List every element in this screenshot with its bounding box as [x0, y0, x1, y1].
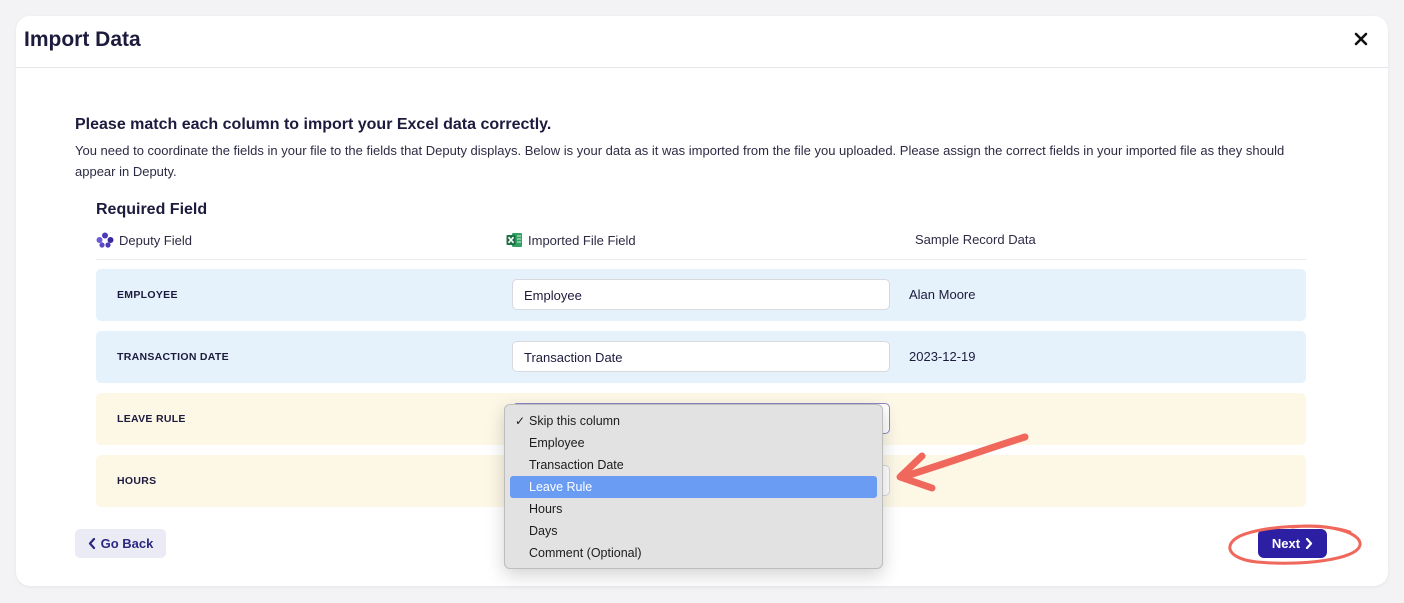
dropdown-option-leave-rule[interactable]: Leave Rule	[510, 476, 877, 498]
option-label: Comment (Optional)	[529, 546, 642, 560]
imported-field-select[interactable]: Transaction Date	[512, 341, 890, 372]
chevron-right-icon	[1305, 538, 1313, 549]
deputy-field-name: EMPLOYEE	[117, 289, 178, 301]
deputy-field-name: TRANSACTION DATE	[117, 351, 229, 363]
next-button[interactable]: Next	[1258, 529, 1327, 558]
sample-value: 2023-12-19	[909, 349, 976, 364]
imported-field-select[interactable]: Employee	[512, 279, 890, 310]
column-header-deputy-field: Deputy Field	[96, 232, 192, 248]
sample-value: Alan Moore	[909, 287, 976, 302]
option-label: Employee	[529, 436, 585, 450]
deputy-field-label: Deputy Field	[119, 232, 192, 248]
dropdown-option-comment[interactable]: Comment (Optional)	[510, 542, 877, 564]
required-field-title: Required Field	[96, 201, 208, 218]
go-back-button[interactable]: Go Back	[75, 529, 166, 558]
deputy-field-name: LEAVE RULE	[117, 413, 186, 425]
close-icon[interactable]	[1350, 28, 1372, 50]
next-label: Next	[1271, 536, 1301, 551]
dropdown-option-days[interactable]: Days	[510, 520, 877, 542]
option-label: Leave Rule	[529, 480, 593, 494]
option-label: Days	[529, 524, 558, 538]
sample-data-label: Sample Record Data	[915, 232, 1036, 247]
dropdown-option-hours[interactable]: Hours	[510, 498, 877, 520]
checkmark-icon: ✓	[515, 414, 526, 428]
mapping-row-employee: EMPLOYEE Employee Alan Moore	[96, 269, 1306, 321]
go-back-label: Go Back	[100, 536, 154, 551]
column-header-sample-data: Sample Record Data	[915, 232, 1036, 247]
instruction-heading: Please match each column to import your …	[75, 116, 552, 133]
modal-header: Import Data	[16, 16, 1388, 68]
mapping-row-transaction-date: TRANSACTION DATE Transaction Date 2023-1…	[96, 331, 1306, 383]
option-label: Skip this column	[529, 414, 621, 428]
option-label: Hours	[529, 502, 563, 516]
header-divider	[96, 259, 1306, 260]
instruction-description: You need to coordinate the fields in you…	[75, 143, 1285, 179]
chevron-left-icon	[88, 538, 95, 549]
dropdown-option-employee[interactable]: Employee	[510, 432, 877, 454]
option-label: Transaction Date	[529, 458, 624, 472]
excel-icon	[506, 233, 522, 247]
deputy-logo-icon	[96, 232, 114, 248]
dropdown-option-skip[interactable]: ✓ Skip this column	[510, 410, 877, 432]
imported-field-label: Imported File Field	[528, 232, 636, 248]
imported-field-dropdown-menu: ✓ Skip this column Employee Transaction …	[504, 404, 883, 569]
column-header-imported-field: Imported File Field	[506, 232, 636, 248]
dropdown-option-transaction-date[interactable]: Transaction Date	[510, 454, 877, 476]
deputy-field-name: HOURS	[117, 475, 157, 487]
modal-title: Import Data	[24, 28, 141, 51]
